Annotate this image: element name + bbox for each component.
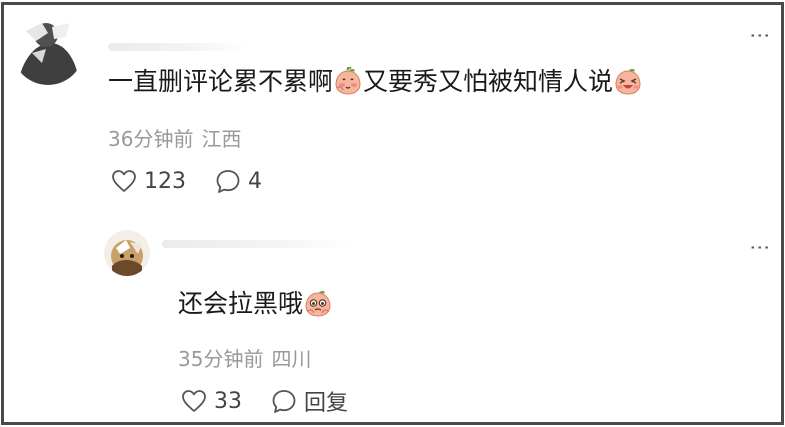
comment-actions: 123 4	[110, 167, 262, 195]
reply-button[interactable]: 回复	[270, 385, 348, 417]
peach-blush-emoji	[334, 67, 362, 95]
like-count: 33	[214, 388, 242, 414]
reply-text-content: 还会拉黑哦	[178, 289, 304, 318]
reply-text: 还会拉黑哦	[178, 287, 333, 321]
more-options-icon[interactable]: ⋮	[749, 238, 773, 259]
comment-location: 江西	[201, 127, 242, 151]
peach-laugh-emoji	[614, 67, 642, 95]
like-count: 123	[144, 168, 186, 194]
reply-button[interactable]: 4	[214, 167, 262, 195]
avatar[interactable]	[104, 230, 150, 276]
reply-time: 35分钟前	[178, 347, 264, 371]
comment-meta: 36分钟前 江西	[108, 123, 241, 152]
more-options-icon[interactable]: ⋮	[749, 26, 773, 47]
comment-item: ⋮ 一直删评论累不累啊 又要秀又怕被知情人说 36分钟前 江西 123 4	[4, 5, 781, 215]
reply-actions: 33 回复	[180, 385, 348, 417]
avatar[interactable]	[12, 13, 84, 85]
comment-panel: ⋮ 一直删评论累不累啊 又要秀又怕被知情人说 36分钟前 江西 123 4 ⋮ …	[1, 2, 784, 425]
peach-crying-emoji	[304, 289, 332, 317]
avatar-image	[104, 230, 150, 276]
comment-time: 36分钟前	[108, 127, 194, 151]
comment-text-part-2: 又要秀又怕被知情人说	[363, 67, 614, 96]
reply-label: 回复	[304, 391, 349, 416]
reply-location: 四川	[271, 347, 312, 371]
comment-bubble-icon	[216, 170, 240, 193]
heart-icon	[182, 390, 206, 412]
heart-icon	[112, 170, 136, 192]
reply-count: 4	[248, 168, 262, 194]
like-button[interactable]: 33	[180, 387, 242, 415]
reply-item: ⋮ 还会拉黑哦 35分钟前 四川 33 回复	[4, 215, 781, 422]
reply-meta: 35分钟前 四川	[178, 343, 311, 372]
username-obscured[interactable]	[162, 240, 352, 248]
username-obscured[interactable]	[108, 43, 248, 51]
like-button[interactable]: 123	[110, 167, 186, 195]
comment-text-part-1: 一直删评论累不累啊	[108, 67, 334, 96]
avatar-image	[12, 13, 84, 85]
comment-bubble-icon	[272, 390, 296, 413]
comment-text: 一直删评论累不累啊 又要秀又怕被知情人说	[108, 65, 643, 99]
